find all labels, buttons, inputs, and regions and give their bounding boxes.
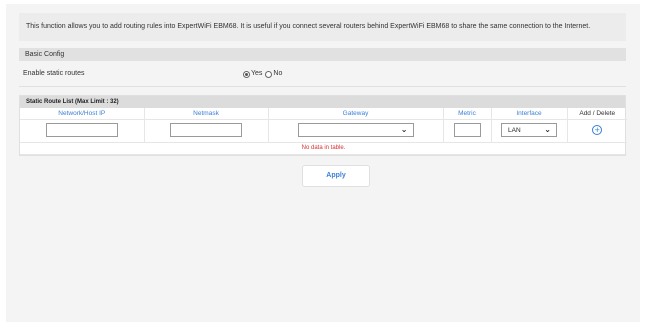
add-route-icon[interactable]: + [592, 125, 603, 136]
radio-no[interactable] [265, 70, 273, 78]
basic-config-header: Basic Config [19, 48, 626, 61]
section-divider [19, 86, 626, 87]
table-caption: Static Route List (Max Limit : 32) [20, 96, 625, 108]
col-network-host-ip: Network/Host IP [20, 108, 145, 120]
static-route-table: Static Route List (Max Limit : 32) Netwo… [19, 95, 627, 156]
enable-static-routes-label: Enable static routes [23, 70, 85, 77]
radio-yes[interactable] [243, 70, 250, 78]
apply-button[interactable]: Apply [302, 165, 370, 187]
col-interface: Interface [491, 108, 568, 120]
col-gateway: Gateway [268, 108, 444, 120]
metric-input[interactable] [453, 123, 481, 138]
interface-select[interactable]: LAN ⌄ [501, 123, 557, 138]
radio-yes-label[interactable]: Yes [251, 69, 262, 79]
radio-no-label[interactable]: No [273, 69, 282, 79]
settings-panel: This function allows you to add routing … [6, 4, 640, 322]
info-notice: This function allows you to add routing … [19, 13, 626, 41]
empty-table-row: No data in table. [20, 142, 627, 155]
col-add-delete: Add / Delete [567, 108, 627, 120]
chevron-down-icon: ⌄ [544, 125, 551, 135]
netmask-input[interactable] [170, 123, 242, 138]
new-route-row: ⌄ LAN ⌄ + [20, 119, 627, 143]
col-netmask: Netmask [144, 108, 269, 120]
enable-static-routes-radio-group: Yes No [243, 69, 285, 79]
network-ip-input[interactable] [45, 123, 118, 138]
gateway-select[interactable]: ⌄ [297, 123, 414, 138]
empty-table-message: No data in table. [20, 142, 627, 155]
interface-value: LAN [508, 126, 521, 134]
col-metric: Metric [443, 108, 492, 120]
table-header-row: Network/Host IP Netmask Gateway Metric I… [20, 108, 627, 120]
chevron-down-icon: ⌄ [400, 125, 408, 135]
